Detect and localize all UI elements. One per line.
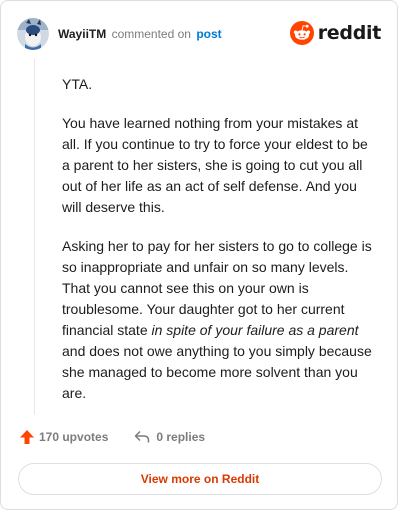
replies-button[interactable]: 0 replies xyxy=(134,430,205,444)
reddit-logo-icon xyxy=(289,21,314,45)
comment-card: WayiiTM commented on post reddit YTA. Yo… xyxy=(0,0,398,510)
post-link[interactable]: post xyxy=(196,27,221,41)
upvote-button[interactable]: 170 upvotes xyxy=(19,429,108,445)
avatar[interactable] xyxy=(17,18,49,50)
reply-count: 0 replies xyxy=(156,430,206,444)
action-text: commented on xyxy=(111,27,191,41)
view-more-button[interactable]: View more on Reddit xyxy=(18,463,382,495)
reply-arrow-icon xyxy=(135,430,150,443)
comment-emphasis: in spite of your failure as a parent xyxy=(151,322,359,338)
upvote-arrow-icon xyxy=(20,430,34,444)
comment-paragraph: You have learned nothing from your mista… xyxy=(62,115,368,215)
avatar-icon xyxy=(17,18,49,50)
comment-header: WayiiTM commented on post reddit xyxy=(17,18,381,50)
comment-text: and does not owe anything to you simply … xyxy=(62,343,372,401)
comment-body: YTA. You have learned nothing from your … xyxy=(62,74,372,422)
brand-wordmark: reddit xyxy=(317,22,382,44)
upvote-count: 170 upvotes xyxy=(39,430,109,444)
thread-line xyxy=(34,59,35,415)
comment-footer: 170 upvotes 0 replies xyxy=(19,429,205,445)
comment-paragraph: YTA. xyxy=(62,76,93,92)
comment-meta: WayiiTM commented on post xyxy=(58,27,222,41)
comment-paragraph: Asking her to pay for her sisters to go … xyxy=(62,236,372,404)
username[interactable]: WayiiTM xyxy=(58,27,106,41)
reddit-brand[interactable]: reddit xyxy=(289,21,382,45)
